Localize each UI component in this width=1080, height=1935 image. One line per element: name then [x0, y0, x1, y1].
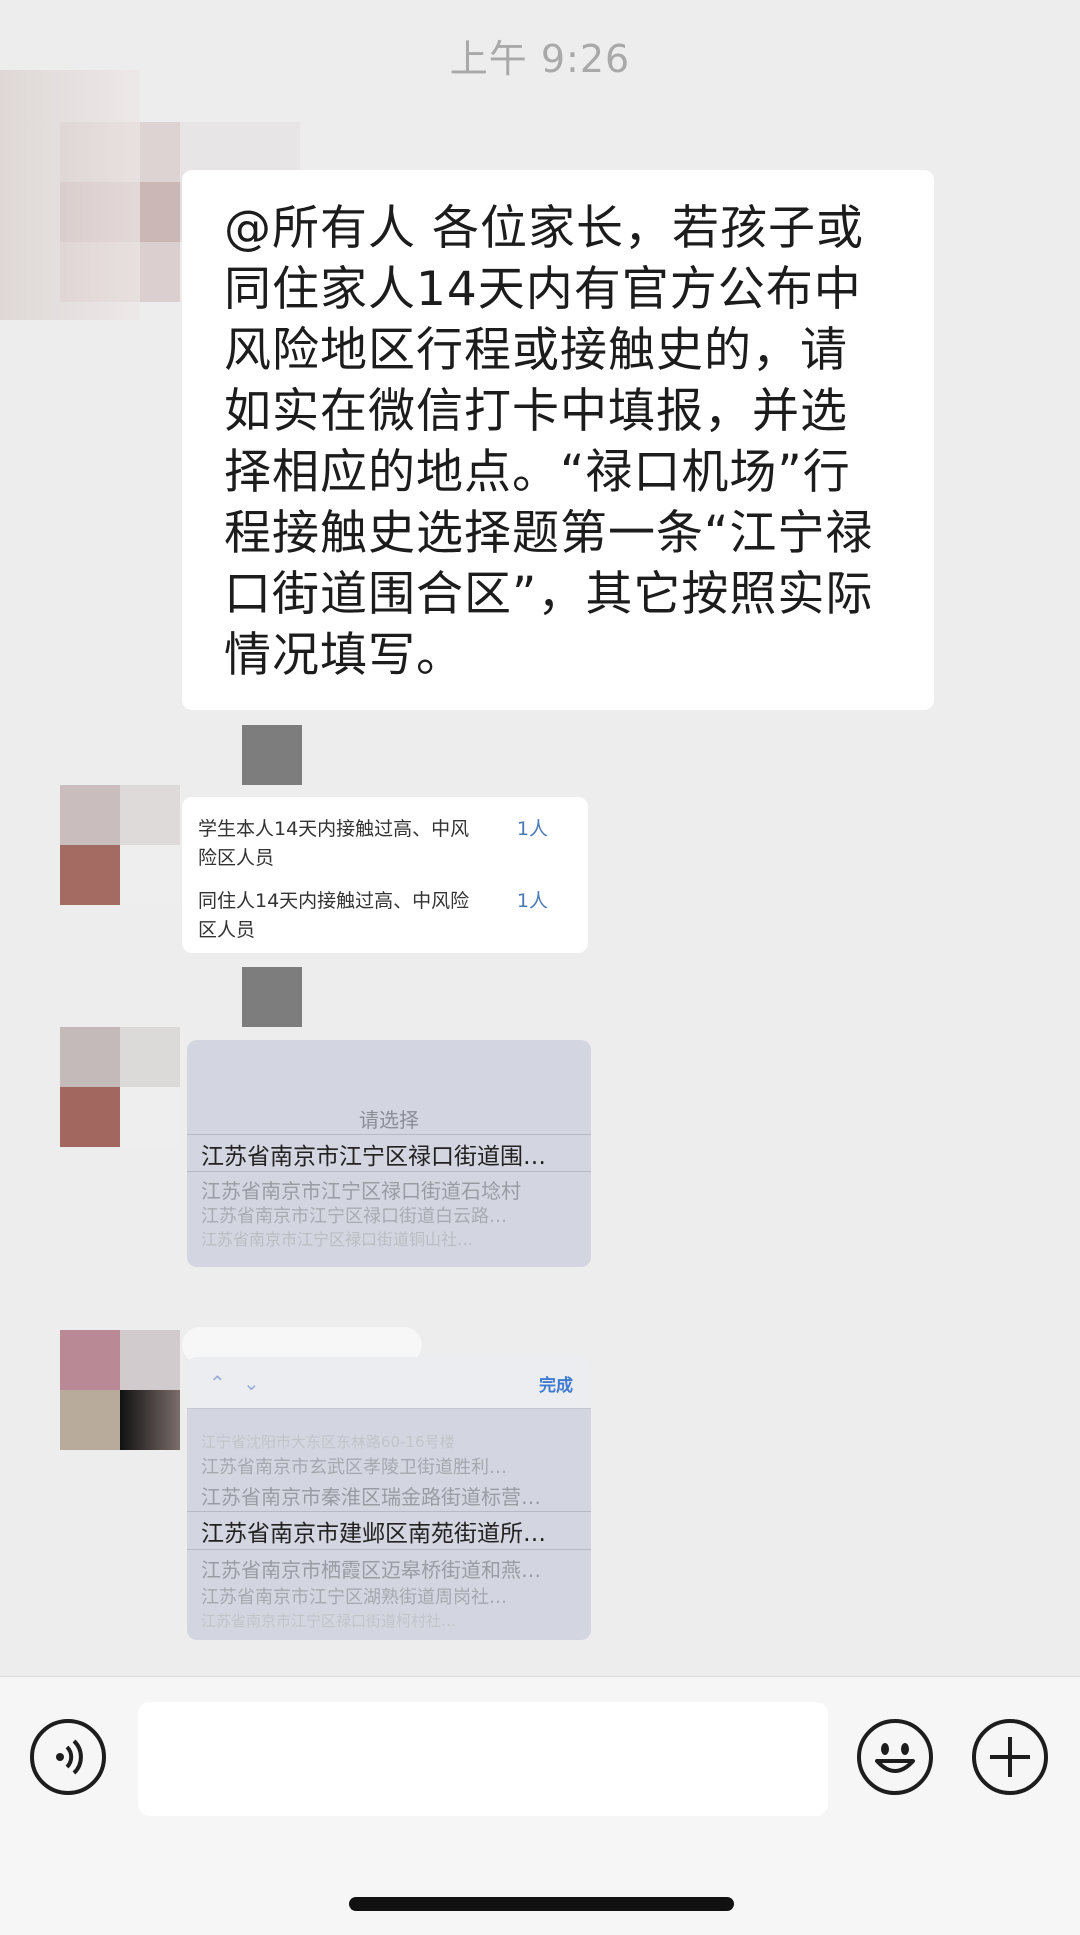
risk-count: 1人 [516, 890, 548, 912]
done-button: 完成 [539, 1376, 573, 1396]
picker-option: 江苏省南京市玄武区孝陵卫街道胜利… [201, 1457, 507, 1478]
voice-button[interactable] [30, 1719, 106, 1795]
emoji-icon [875, 1743, 915, 1773]
picker-toolbar: ⌃ ⌄ 完成 [187, 1357, 591, 1409]
announcement-message[interactable]: @所有人 各位家长，若孩子或同住家人14天内有官方公布中风险地区行程或接触史的，… [182, 170, 934, 710]
sender-avatar[interactable] [60, 1027, 180, 1147]
picker-title: 请选择 [359, 1108, 419, 1132]
add-button[interactable] [972, 1719, 1048, 1795]
picker-option-selected: 江苏省南京市建邺区南苑街道所… [201, 1521, 546, 1547]
voice-icon [56, 1739, 83, 1775]
plus-icon [990, 1737, 1030, 1777]
location-picker-image[interactable]: 请选择 江苏省南京市江宁区禄口街道围… 江苏省南京市江宁区禄口街道石埝村 江苏省… [187, 1040, 591, 1267]
location-picker-image[interactable]: ⌃ ⌄ 完成 江宁省沈阳市大东区东林路60-16号楼 江苏省南京市玄武区孝陵卫街… [187, 1357, 591, 1640]
sender-avatar[interactable] [60, 785, 180, 905]
risk-row-household: 同住人14天内接触过高、中风险区人员 1人 [198, 887, 578, 945]
risk-label: 同住人14天内接触过高、中风险区人员 [198, 890, 470, 941]
message-input[interactable] [138, 1702, 828, 1816]
redacted-name [0, 70, 140, 320]
risk-label: 学生本人14天内接触过高、中风险区人员 [198, 818, 470, 869]
sender-avatar[interactable] [60, 1330, 180, 1450]
picker-option: 江苏省南京市秦淮区瑞金路街道标营… [201, 1485, 541, 1509]
risk-row-student: 学生本人14天内接触过高、中风险区人员 1人 [198, 815, 578, 873]
emoji-button[interactable] [857, 1719, 933, 1795]
picker-option-selected: 江苏省南京市江宁区禄口街道围… [201, 1144, 546, 1170]
picker-option: 江苏省南京市江宁区禄口街道铜山社… [201, 1230, 474, 1249]
picker-option: 江苏省南京市江宁区禄口街道白云路… [201, 1206, 507, 1227]
picker-option: 江苏省南京市江宁区禄口街道石埝村 [201, 1179, 521, 1203]
redaction-bar [242, 967, 302, 1027]
risk-count: 1人 [516, 818, 548, 840]
chevron-down-icon: ⌄ [243, 1371, 260, 1395]
redaction-bar [242, 725, 302, 785]
risk-contact-image[interactable]: 学生本人14天内接触过高、中风险区人员 1人 同住人14天内接触过高、中风险区人… [182, 797, 588, 953]
home-indicator[interactable] [349, 1897, 734, 1911]
chevron-up-icon: ⌃ [209, 1371, 226, 1395]
picker-option: 江宁省沈阳市大东区东林路60-16号楼 [201, 1433, 455, 1451]
message-timestamp: 上午 9:26 [449, 37, 631, 81]
picker-option: 江苏省南京市江宁区禄口街道柯村社… [201, 1612, 457, 1630]
picker-option: 江苏省南京市江宁区湖熟街道周岗社… [201, 1587, 507, 1608]
picker-option: 江苏省南京市栖霞区迈皋桥街道和燕… [201, 1558, 541, 1582]
